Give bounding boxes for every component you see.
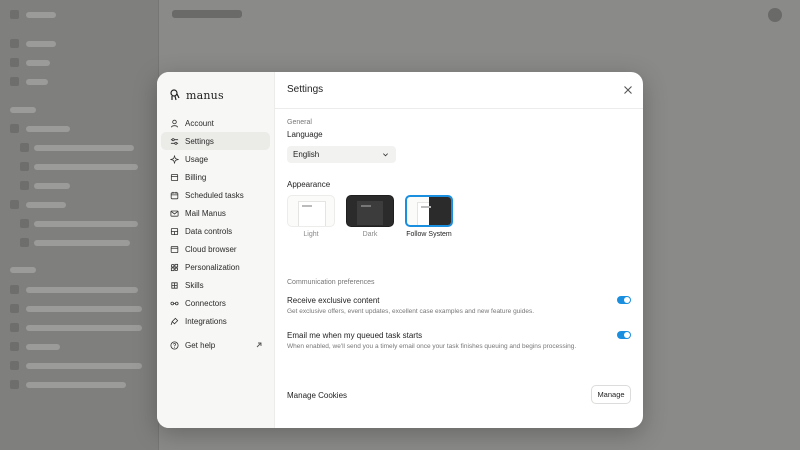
pref-title: Receive exclusive content <box>287 296 380 305</box>
settings-header: Settings <box>275 72 643 109</box>
settings-menu: Account Settings Usage Billing Scheduled… <box>157 114 274 330</box>
sliders-icon <box>170 137 179 145</box>
user-icon <box>170 119 179 127</box>
sidebar-item-connectors[interactable]: Connectors <box>161 294 270 312</box>
language-select[interactable]: English <box>287 146 396 163</box>
pref-description: When enabled, we'll send you a timely em… <box>287 343 577 350</box>
chevron-down-icon <box>383 153 388 157</box>
theme-name: Follow System <box>406 231 452 238</box>
background-avatar <box>768 8 782 22</box>
manage-cookies-button[interactable]: Manage <box>591 385 631 404</box>
sidebar-item-label: Personalization <box>185 262 240 272</box>
billing-icon <box>170 173 179 181</box>
theme-option-dark[interactable]: Dark <box>346 195 394 238</box>
theme-thumbnail-follow-system <box>405 195 453 227</box>
theme-thumbnail-light <box>287 195 335 227</box>
sidebar-item-personalization[interactable]: Personalization <box>161 258 270 276</box>
sidebar-item-settings[interactable]: Settings <box>161 132 270 150</box>
background-title <box>172 10 242 18</box>
get-help-link[interactable]: Get help <box>161 336 270 354</box>
theme-option-light[interactable]: Light <box>287 195 335 238</box>
calendar-icon <box>170 191 179 199</box>
general-section-label: General <box>287 119 312 126</box>
manage-cookies-label: Manage Cookies <box>287 391 348 400</box>
manus-logo-icon <box>170 89 180 101</box>
mail-icon <box>170 210 179 217</box>
manage-cookies-row: Manage Cookies Manage <box>287 385 631 405</box>
pref-queued-task-email: Email me when my queued task starts When… <box>287 331 631 350</box>
sidebar-item-usage[interactable]: Usage <box>161 150 270 168</box>
skills-icon <box>171 281 178 289</box>
theme-options: Light Dark Follow System <box>287 195 453 238</box>
sidebar-item-label: Connectors <box>185 298 226 308</box>
sidebar-item-label: Billing <box>185 172 207 182</box>
sidebar-item-account[interactable]: Account <box>161 114 270 132</box>
database-icon <box>170 227 179 235</box>
exclusive-content-toggle[interactable] <box>617 296 631 304</box>
background-sidebar <box>0 0 159 450</box>
theme-thumbnail-dark <box>346 195 394 227</box>
brand-name: manus <box>186 88 224 102</box>
personalization-icon <box>170 263 179 271</box>
connector-icon <box>170 301 179 305</box>
appearance-label: Appearance <box>287 180 331 189</box>
theme-option-follow-system[interactable]: Follow System <box>405 195 453 238</box>
sidebar-item-label: Data controls <box>185 226 233 236</box>
monitor-icon <box>170 245 179 253</box>
theme-name: Dark <box>362 231 378 238</box>
sidebar-item-data-controls[interactable]: Data controls <box>161 222 270 240</box>
settings-panel: Settings General Language English Appear… <box>275 72 643 428</box>
pref-title: Email me when my queued task starts <box>287 331 423 340</box>
queued-task-email-toggle[interactable] <box>617 331 631 339</box>
close-icon[interactable] <box>623 85 633 95</box>
sidebar-item-label: Settings <box>185 136 214 146</box>
sidebar-item-label: Account <box>185 118 214 128</box>
sidebar-item-skills[interactable]: Skills <box>161 276 270 294</box>
external-link-icon <box>256 342 262 348</box>
settings-modal: manus Account Settings Usage Billing Sch… <box>157 72 643 428</box>
sidebar-item-label: Skills <box>185 280 204 290</box>
theme-name: Light <box>303 231 319 238</box>
sidebar-item-label: Usage <box>185 154 209 164</box>
get-help-label: Get help <box>185 340 216 350</box>
sidebar-item-cloud-browser[interactable]: Cloud browser <box>161 240 270 258</box>
page-title: Settings <box>287 84 324 95</box>
brand: manus <box>157 72 274 106</box>
pref-description: Get exclusive offers, event updates, exc… <box>287 308 535 315</box>
integrations-icon <box>170 317 179 325</box>
sparkle-icon <box>170 154 179 164</box>
sidebar-item-mail-manus[interactable]: Mail Manus <box>161 204 270 222</box>
pref-exclusive-content: Receive exclusive content Get exclusive … <box>287 296 631 315</box>
communication-section-label: Communication preferences <box>287 279 375 286</box>
settings-sidebar: manus Account Settings Usage Billing Sch… <box>157 72 275 428</box>
sidebar-item-label: Integrations <box>185 316 227 326</box>
help-icon <box>170 340 179 350</box>
sidebar-item-billing[interactable]: Billing <box>161 168 270 186</box>
sidebar-item-scheduled-tasks[interactable]: Scheduled tasks <box>161 186 270 204</box>
sidebar-item-label: Cloud browser <box>185 244 237 254</box>
sidebar-item-label: Mail Manus <box>185 208 226 218</box>
language-value: English <box>293 150 320 159</box>
sidebar-item-integrations[interactable]: Integrations <box>161 312 270 330</box>
language-label: Language <box>287 130 323 139</box>
sidebar-item-label: Scheduled tasks <box>185 190 244 200</box>
